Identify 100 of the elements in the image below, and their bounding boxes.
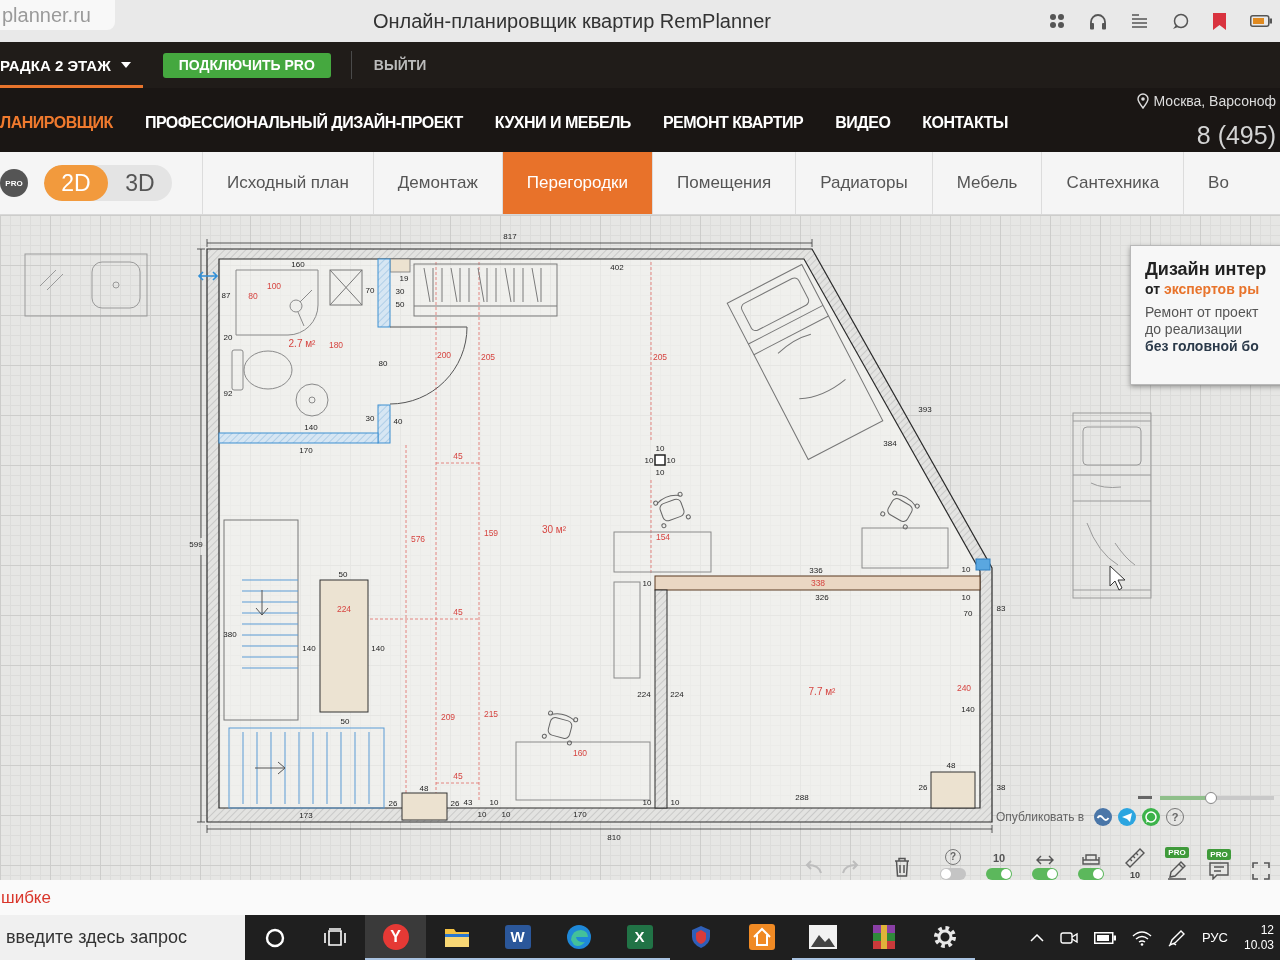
taskbar-app[interactable]: X xyxy=(609,915,670,960)
washbasin-drawing[interactable] xyxy=(24,253,148,317)
pro-badge: PRO xyxy=(1165,847,1189,858)
guide-label: 159 xyxy=(483,528,499,538)
dimension-label: 10 xyxy=(501,810,511,819)
cabinet-drawing[interactable] xyxy=(329,269,363,306)
view-mode-button[interactable]: 3D xyxy=(108,165,172,201)
headphones-icon[interactable] xyxy=(1089,12,1107,30)
dimension-label: 10 xyxy=(644,456,654,465)
house-icon xyxy=(748,923,775,950)
dimension-value: 10 xyxy=(992,852,1006,865)
tab[interactable]: Мебель xyxy=(931,152,1042,214)
tab[interactable]: Демонтаж xyxy=(372,152,502,214)
camera-icon[interactable] xyxy=(1059,929,1078,946)
dimension-label: 43 xyxy=(463,798,473,807)
sink-drawing[interactable] xyxy=(295,383,329,417)
bed-drawing[interactable] xyxy=(1072,412,1152,599)
language-indicator[interactable]: РУС xyxy=(1201,930,1228,945)
shower-drawing[interactable] xyxy=(235,269,319,336)
column-drawing[interactable] xyxy=(654,454,666,466)
dimension-label: 10 xyxy=(670,798,680,807)
location-link[interactable]: Москва, Варсоноф xyxy=(1136,93,1276,109)
battery-icon[interactable] xyxy=(1093,931,1116,944)
stair-opening[interactable] xyxy=(319,579,369,713)
dimension-label: 38 xyxy=(996,783,1006,792)
ruler-icon xyxy=(1125,848,1145,868)
wardrobe-drawing[interactable] xyxy=(413,263,558,317)
nav-link[interactable]: КОНТАКТЫ xyxy=(922,114,1008,132)
slider-thumb[interactable] xyxy=(1205,792,1218,804)
clock-time[interactable]: 12 xyxy=(1260,922,1274,938)
desk-drawing[interactable] xyxy=(861,527,949,569)
zoom-slider[interactable] xyxy=(1160,792,1274,804)
tab[interactable]: Радиаторы xyxy=(795,152,932,214)
chair-drawing[interactable] xyxy=(880,490,920,530)
partition-wall[interactable] xyxy=(377,258,391,328)
grid-dots-icon[interactable] xyxy=(1049,13,1065,29)
draw-button[interactable]: PRO xyxy=(1162,847,1192,880)
dimension-label: 50 xyxy=(395,300,405,309)
taskbar-app[interactable]: W xyxy=(487,915,548,960)
clock-date[interactable]: 10.03 xyxy=(1243,937,1274,953)
toilet-drawing[interactable] xyxy=(231,349,293,391)
wave-badge-icon[interactable] xyxy=(1094,808,1113,826)
guide-label: 160 xyxy=(572,748,588,758)
partition-wall[interactable] xyxy=(377,404,391,444)
guide-label: 338 xyxy=(810,578,826,588)
tab[interactable]: Помещения xyxy=(652,152,796,214)
wifi-icon[interactable] xyxy=(1131,929,1152,946)
toggle-switch[interactable] xyxy=(940,868,966,880)
chevron-up-icon[interactable] xyxy=(1029,933,1044,942)
tab[interactable]: Сантехника xyxy=(1041,152,1184,214)
pen-icon[interactable] xyxy=(1167,928,1186,947)
nav-link[interactable]: КУХНИ И МЕБЕЛЬ xyxy=(494,114,631,132)
chair-drawing[interactable] xyxy=(653,491,691,529)
bed-drawing[interactable] xyxy=(726,264,884,460)
door-drawing[interactable] xyxy=(389,326,468,405)
desk-drawing[interactable] xyxy=(613,531,712,573)
ruler-button[interactable]: 10 xyxy=(1120,848,1150,880)
ad-panel[interactable]: Дизайн интер от экспертов ры Ремонт от проект до реализации без головной бо xyxy=(1130,245,1280,385)
taskbar-app[interactable]: Y xyxy=(365,915,426,960)
partition-wall[interactable] xyxy=(218,432,379,444)
paper-plane-icon[interactable] xyxy=(1118,808,1137,826)
double-arrow-icon[interactable] xyxy=(197,271,219,281)
cabinet-drawing[interactable] xyxy=(613,581,641,679)
dimension-label: 83 xyxy=(996,604,1006,613)
window-title: Онлайн-планировщик квартир RemPlanner xyxy=(371,9,772,33)
chat-bubble-icon[interactable] xyxy=(1172,12,1189,30)
text-lines-icon[interactable] xyxy=(1131,12,1148,30)
nav-link[interactable]: ЛАНИРОВЩИК xyxy=(0,114,113,132)
logout-link[interactable]: ВЫЙТИ xyxy=(371,57,427,73)
dimension-label: 10 xyxy=(655,468,665,477)
phone-bubble-icon[interactable] xyxy=(1142,808,1161,826)
pin-icon xyxy=(1136,93,1149,109)
nav-link[interactable]: ПРОФЕССИОНАЛЬНЫЙ ДИЗАЙН-ПРОЕКТ xyxy=(144,114,463,132)
nav-link[interactable]: ВИДЕО xyxy=(835,114,891,132)
phone-number: 8 (495) xyxy=(1196,121,1276,149)
cursor-icon xyxy=(1109,565,1126,591)
toggle-switch[interactable] xyxy=(986,868,1012,880)
document-icon: W xyxy=(504,924,531,949)
report-error-link[interactable]: шибке xyxy=(0,887,51,908)
dimension-label: 10 xyxy=(666,456,676,465)
tab[interactable]: Во xyxy=(1183,152,1253,214)
guide-label: 154 xyxy=(655,532,671,542)
window-marker-icon[interactable] xyxy=(975,558,991,571)
nav-link[interactable]: РЕМОНТ КВАРТИР xyxy=(662,114,804,132)
search-field[interactable]: введите здесь запрос xyxy=(0,915,245,960)
wall-niche xyxy=(401,792,448,821)
chair-drawing[interactable] xyxy=(541,710,579,746)
dimension-label: 140 xyxy=(961,705,975,714)
staircase-drawing[interactable] xyxy=(223,519,385,809)
dimension-label: 50 xyxy=(340,717,350,726)
guide-label: 200 xyxy=(436,350,452,360)
toggle-switch[interactable] xyxy=(1078,868,1104,880)
partition-wall[interactable] xyxy=(654,589,668,809)
tab[interactable]: Исходный план xyxy=(202,152,373,214)
toggle-switch[interactable] xyxy=(1032,868,1058,880)
comment-button[interactable]: PRO xyxy=(1204,849,1234,880)
partition-wall[interactable] xyxy=(654,575,981,591)
bookmark-icon[interactable] xyxy=(1213,12,1226,30)
dimension-label: 87 xyxy=(221,291,231,300)
settings-icon xyxy=(932,924,957,949)
